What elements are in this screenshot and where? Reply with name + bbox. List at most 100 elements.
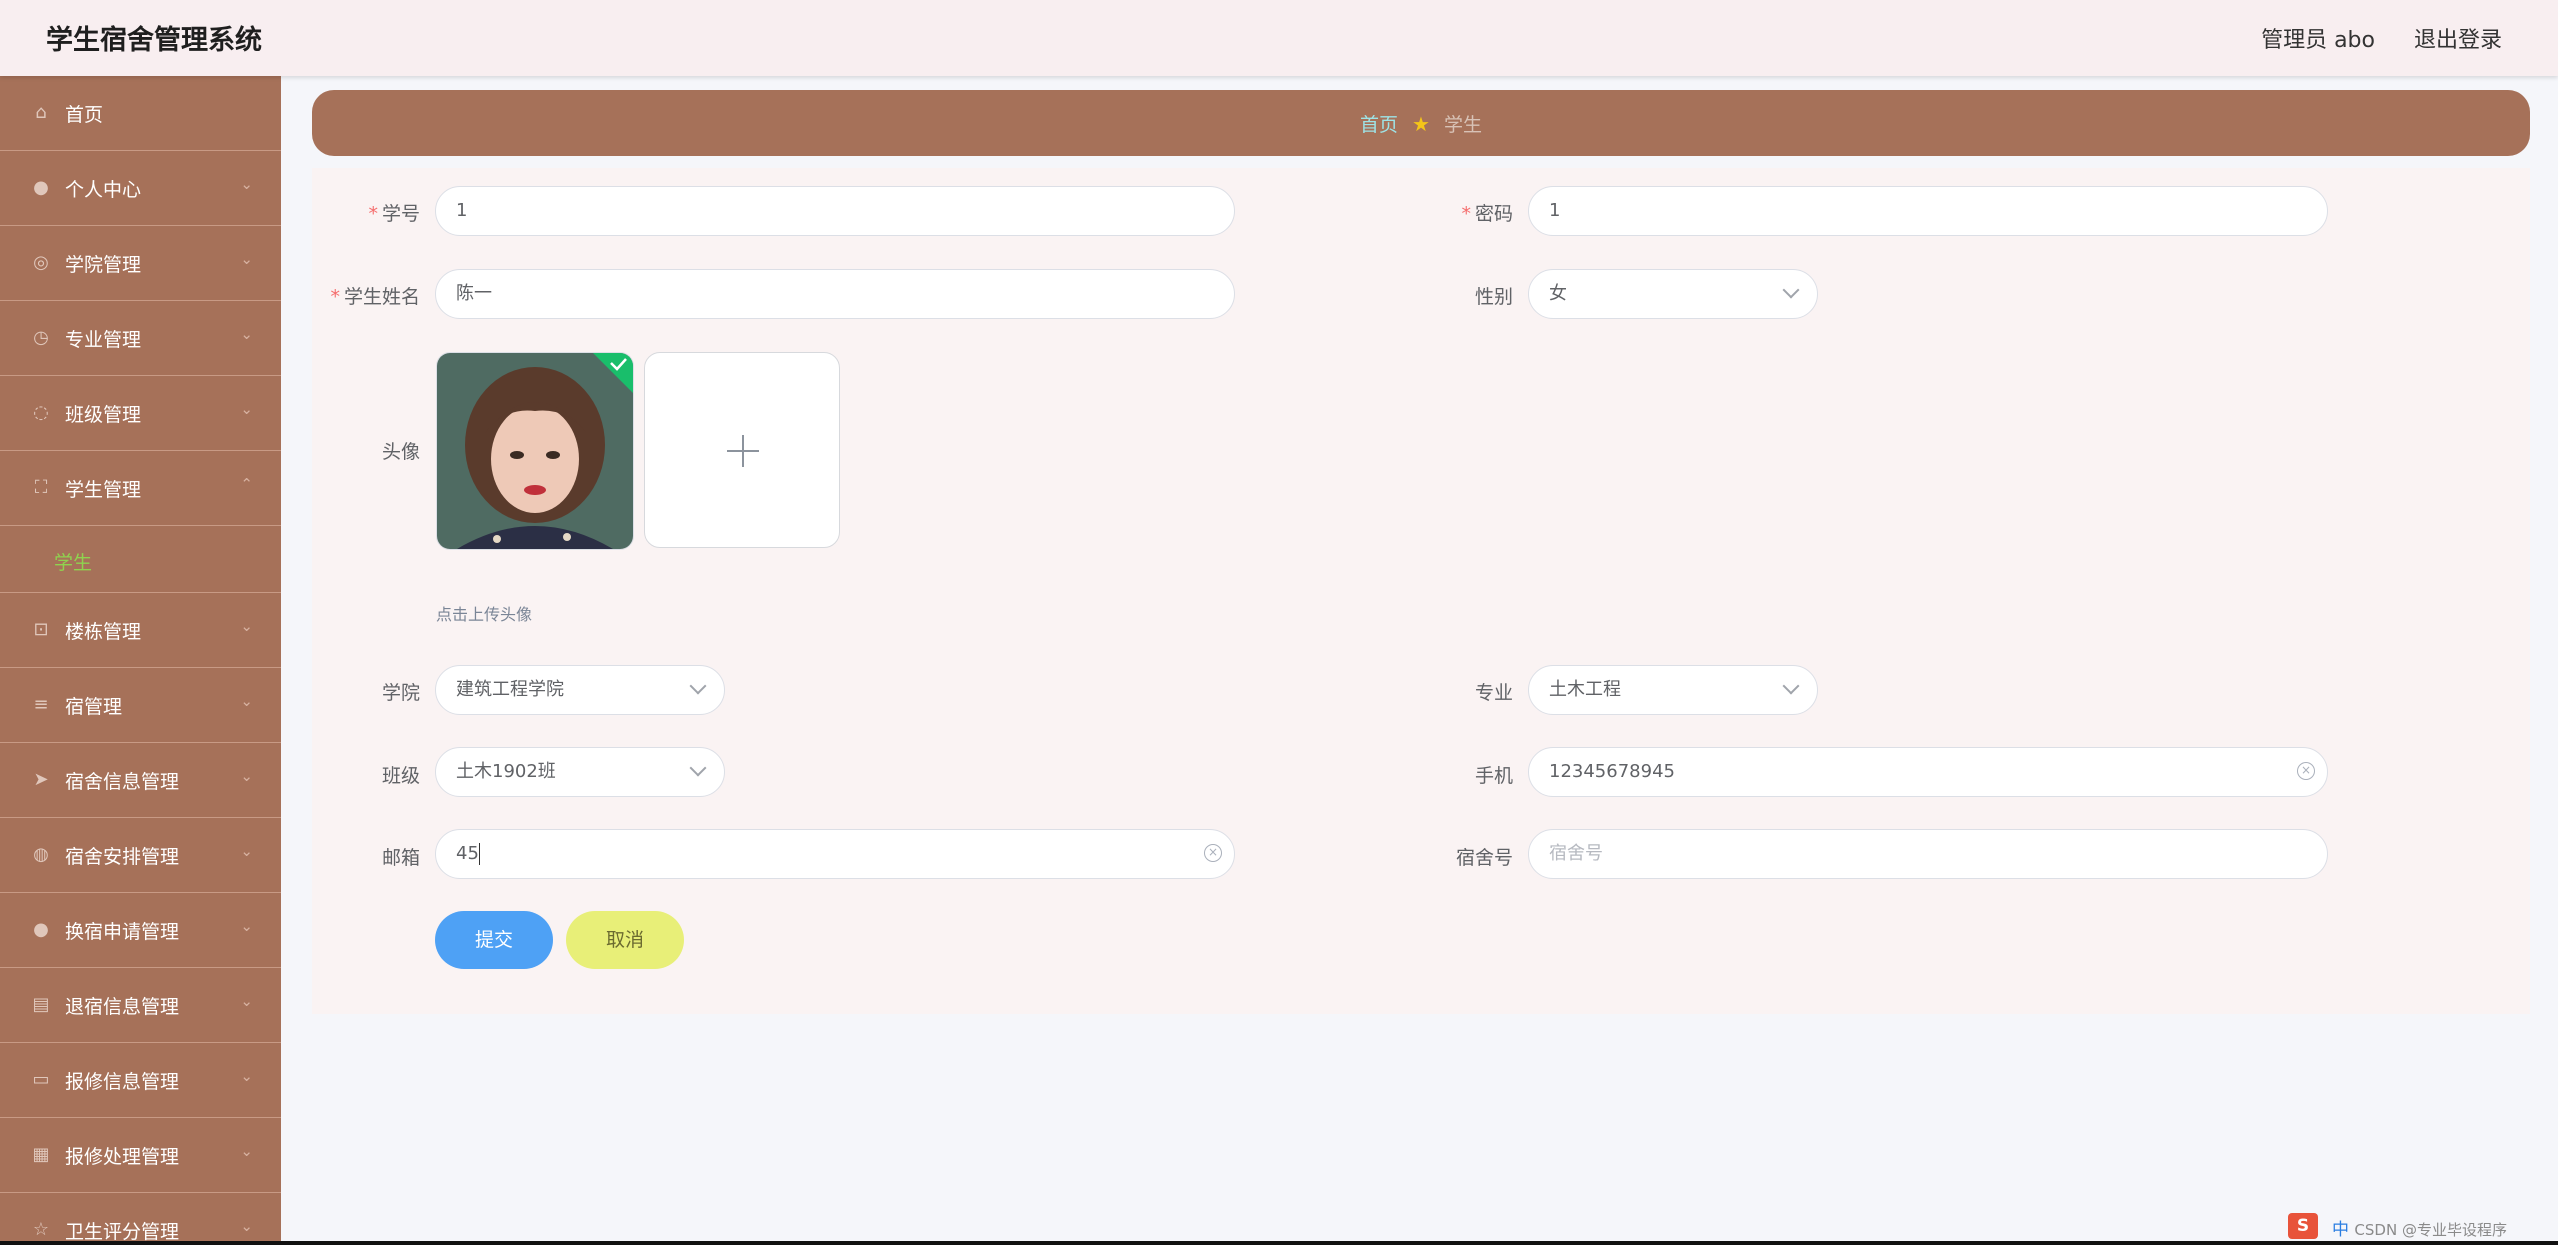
send-icon: ➤ xyxy=(33,769,49,790)
sidebar-item[interactable]: ▤ 退宿信息管理 ⌄ xyxy=(0,968,281,1043)
admin-user-label: 管理员 abo xyxy=(2261,28,2375,53)
sidebar-item-label: 宿舍信息管理 xyxy=(65,771,180,793)
sidebar-item-label: 学院管理 xyxy=(65,254,142,276)
sidebar-item-label: 退宿信息管理 xyxy=(65,996,180,1018)
chevron-down-icon: ⌄ xyxy=(240,325,253,343)
major-select[interactable]: 土木工程 xyxy=(1528,665,1818,715)
sidebar-item[interactable]: ⊡ 楼栋管理 ⌄ xyxy=(0,593,281,668)
clear-icon[interactable]: × xyxy=(2297,762,2315,780)
gender-select[interactable]: 女 xyxy=(1528,269,1818,319)
text-caret xyxy=(478,843,480,865)
chevron-down-icon xyxy=(1782,281,1800,299)
chevron-down-icon: ⌄ xyxy=(240,842,253,860)
major-label: 专业 xyxy=(1474,682,1513,704)
top-header: 学生宿舍管理系统 管理员 abo 退出登录 xyxy=(0,0,2558,76)
compass-icon: ◎ xyxy=(33,252,49,273)
sidebar-item[interactable]: ⌂ 首页 xyxy=(0,76,281,151)
student-id-input[interactable]: 1 xyxy=(435,186,1235,236)
chevron-down-icon xyxy=(689,677,707,695)
avatar-label: 头像 xyxy=(381,441,420,463)
chevron-down-icon: ⌄ xyxy=(240,767,253,785)
sidebar-item-label: 首页 xyxy=(65,104,104,126)
system-tray: S 中 CSDN @专业毕设程序 xyxy=(2270,1205,2558,1245)
chevron-down-icon: ⌄ xyxy=(240,175,253,193)
breadcrumb-home-link[interactable]: 首页 xyxy=(1360,114,1398,136)
sidebar-item-label: 报修处理管理 xyxy=(65,1146,180,1168)
sidebar-item-label: 个人中心 xyxy=(65,179,142,201)
avatar-upload-button[interactable] xyxy=(644,352,840,548)
sidebar-item-label: 专业管理 xyxy=(65,329,142,351)
sidebar-item[interactable]: ◍ 宿舍安排管理 ⌄ xyxy=(0,818,281,893)
sidebar-item[interactable]: ◷ 专业管理 ⌄ xyxy=(0,301,281,376)
phone-label: 手机 xyxy=(1474,765,1513,787)
sidebar-item-label: 换宿申请管理 xyxy=(65,921,180,943)
sidebar-item[interactable]: ▦ 报修处理管理 ⌄ xyxy=(0,1118,281,1193)
sidebar-item-label: 班级管理 xyxy=(65,404,142,426)
sidebar-item-label: 学生管理 xyxy=(65,479,142,501)
watermark-text: CSDN @专业毕设程序 xyxy=(2354,1221,2507,1239)
sogou-ime-icon[interactable]: S xyxy=(2288,1213,2318,1239)
sidebar-item[interactable]: ◎ 学院管理 ⌄ xyxy=(0,226,281,301)
breadcrumb-current: 学生 xyxy=(1443,114,1482,136)
sidebar-item[interactable]: ⛶ 学生管理 ⌃ xyxy=(0,451,281,526)
breadcrumb-bar: 首页 ★ 学生 xyxy=(312,90,2530,156)
sidebar-item-label: 楼栋管理 xyxy=(65,621,142,643)
sidebar-item[interactable]: ➤ 宿舍信息管理 ⌄ xyxy=(0,743,281,818)
college-label: 学院 xyxy=(381,682,420,704)
required-mark: * xyxy=(1461,203,1471,225)
monitor-icon: ▭ xyxy=(32,1069,50,1090)
sidebar-item[interactable]: ● 换宿申请管理 ⌄ xyxy=(0,893,281,968)
submit-button[interactable]: 提交 xyxy=(435,911,553,969)
email-input[interactable]: 45 × xyxy=(435,829,1235,879)
card-icon: ▤ xyxy=(32,994,50,1015)
chevron-down-icon xyxy=(689,759,707,777)
clear-icon[interactable]: × xyxy=(1204,844,1222,862)
logout-button[interactable]: 退出登录 xyxy=(2414,28,2502,53)
phone-input[interactable]: 12345678945 × xyxy=(1528,747,2328,797)
sidebar-item[interactable]: ≡ 宿管理 ⌄ xyxy=(0,668,281,743)
breadcrumb: 首页 ★ 学生 xyxy=(312,110,2530,137)
cancel-button[interactable]: 取消 xyxy=(566,911,684,969)
chevron-down-icon: ⌄ xyxy=(240,400,253,418)
chevron-down-icon: ⌄ xyxy=(240,992,253,1010)
avatar-photo xyxy=(437,353,633,549)
clock-icon: ◷ xyxy=(33,327,49,348)
student-id-label: * 学号 xyxy=(368,203,420,225)
loading-icon: ◌ xyxy=(33,402,49,423)
password-input[interactable]: 1 xyxy=(1528,186,2328,236)
chevron-down-icon: ⌄ xyxy=(240,1142,253,1160)
basketball-icon: ◍ xyxy=(33,844,49,865)
sidebar-item-label: 卫生评分管理 xyxy=(65,1221,180,1243)
grid-icon: ▦ xyxy=(32,1144,50,1165)
sidebar-item[interactable]: ● 个人中心 ⌄ xyxy=(0,151,281,226)
star-icon: ☆ xyxy=(32,1219,50,1240)
student-name-input[interactable]: 陈一 xyxy=(435,269,1235,319)
chevron-down-icon: ⌄ xyxy=(240,917,253,935)
sidebar-item[interactable]: ▭ 报修信息管理 ⌄ xyxy=(0,1043,281,1118)
sidebar-item[interactable]: ☆ 卫生评分管理 ⌄ xyxy=(0,1193,281,1245)
sidebar-subitem-student[interactable]: 学生 xyxy=(0,526,281,593)
avatar-image[interactable] xyxy=(436,352,634,550)
menu-icon: ≡ xyxy=(33,694,49,715)
sidebar: ⌂ 首页 ● 个人中心 ⌄ ◎ 学院管理 ⌄ ◷ 专业管理 ⌄ ◌ 班级管理 ⌄ ⛶ 学生管理 ⌃ 学生 ⊡ 楼栋管理… xyxy=(0,76,281,1245)
chevron-down-icon xyxy=(1782,677,1800,695)
chevron-down-icon: ⌄ xyxy=(240,250,253,268)
header-right: 管理员 abo 退出登录 xyxy=(2229,22,2502,54)
home-icon: ⌂ xyxy=(35,102,47,123)
class-label: 班级 xyxy=(381,765,420,787)
required-mark: * xyxy=(368,203,378,225)
chevron-down-icon: ⌄ xyxy=(240,1217,253,1235)
sidebar-item[interactable]: ◌ 班级管理 ⌄ xyxy=(0,376,281,451)
sidebar-item-label: 宿舍安排管理 xyxy=(65,846,180,868)
sidebar-subitem-label: 学生 xyxy=(54,552,93,574)
class-select[interactable]: 土木1902班 xyxy=(435,747,725,797)
user-icon: ● xyxy=(33,919,49,940)
user-icon: ● xyxy=(33,177,49,198)
college-select[interactable]: 建筑工程学院 xyxy=(435,665,725,715)
sidebar-item-label: 宿管理 xyxy=(65,696,123,718)
dorm-input[interactable]: 宿舍号 xyxy=(1528,829,2328,879)
app-title: 学生宿舍管理系统 xyxy=(46,25,262,56)
gender-label: 性别 xyxy=(1474,286,1513,308)
ime-mode[interactable]: 中 CSDN @专业毕设程序 xyxy=(2332,1215,2507,1240)
password-label: * 密码 xyxy=(1461,203,1513,225)
